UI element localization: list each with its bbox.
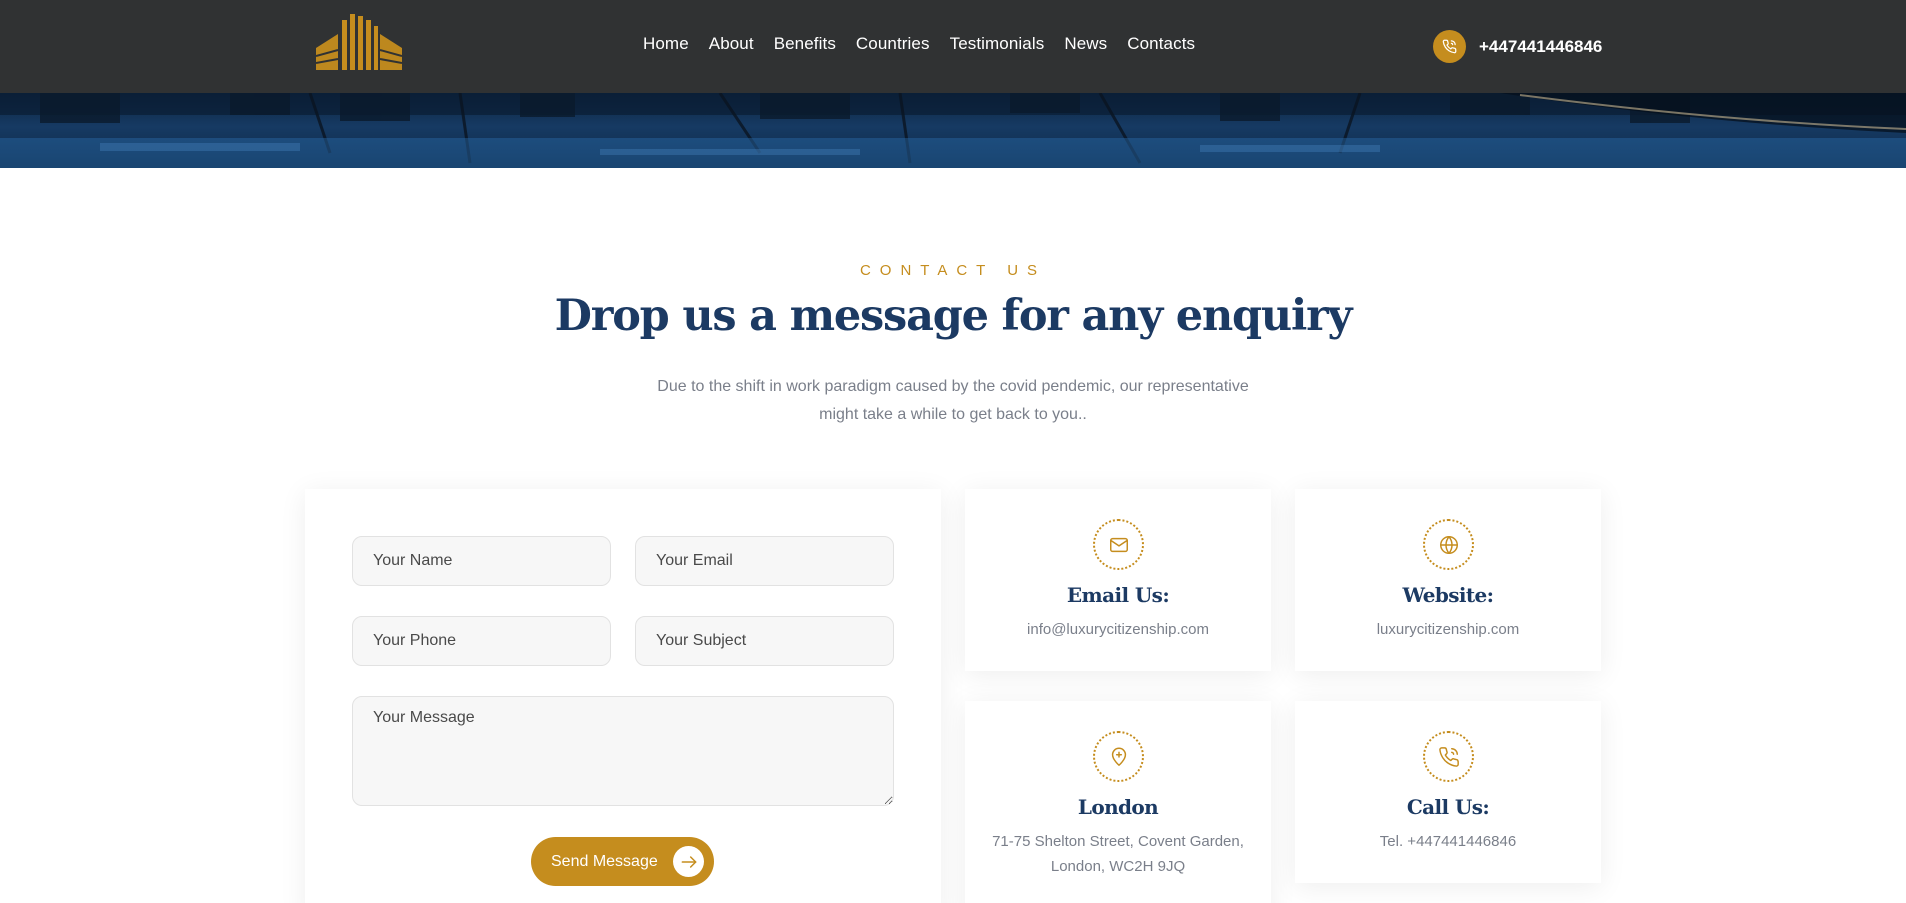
mail-icon <box>1093 519 1144 570</box>
phone-icon <box>1423 731 1474 782</box>
section-eyebrow: CONTACT US <box>859 262 1047 279</box>
message-field[interactable] <box>352 696 894 806</box>
london-card-text: 71-75 Shelton Street, Covent Garden, Lon… <box>992 833 1244 875</box>
website-card-text[interactable]: luxurycitizenship.com <box>1315 617 1581 642</box>
email-card-text[interactable]: info@luxurycitizenship.com <box>985 617 1251 642</box>
call-card: Call Us: Tel. +447441446846 <box>1295 701 1601 883</box>
email-card-title: Email Us: <box>1066 583 1170 607</box>
main-nav: Home About Benefits Countries Testimonia… <box>643 34 1215 54</box>
globe-icon <box>1423 519 1474 570</box>
arrow-right-icon <box>673 846 704 877</box>
logo[interactable] <box>315 14 403 70</box>
nav-countries[interactable]: Countries <box>856 34 930 54</box>
header-phone[interactable]: +447441446846 <box>1433 30 1602 63</box>
london-card: London 71-75 Shelton Street, Covent Gard… <box>965 701 1271 903</box>
building-logo-icon <box>315 14 403 70</box>
nav-contacts[interactable]: Contacts <box>1127 34 1195 54</box>
subject-field[interactable] <box>635 616 894 666</box>
name-field[interactable] <box>352 536 611 586</box>
hero-banner-image <box>0 93 1906 168</box>
nav-news[interactable]: News <box>1064 34 1107 54</box>
nav-testimonials[interactable]: Testimonials <box>950 34 1045 54</box>
website-card-title: Website: <box>1402 583 1495 607</box>
send-message-label: Send Message <box>551 852 658 870</box>
nav-about[interactable]: About <box>709 34 754 54</box>
phone-field[interactable] <box>352 616 611 666</box>
section-subtitle: Due to the shift in work paradigm caused… <box>657 378 1249 423</box>
header-phone-number: +447441446846 <box>1479 36 1603 56</box>
section-title: Drop us a message for any enquiry <box>554 291 1353 341</box>
send-message-button[interactable]: Send Message <box>531 837 714 886</box>
email-field[interactable] <box>635 536 894 586</box>
london-card-title: London <box>1077 795 1159 819</box>
site-header: Home About Benefits Countries Testimonia… <box>0 0 1906 93</box>
call-card-text[interactable]: Tel. +447441446846 <box>1315 829 1581 854</box>
email-card: Email Us: info@luxurycitizenship.com <box>965 489 1271 671</box>
phone-icon <box>1433 30 1466 63</box>
call-card-title: Call Us: <box>1406 795 1490 819</box>
location-pin-icon <box>1093 731 1144 782</box>
nav-home[interactable]: Home <box>643 34 689 54</box>
website-card: Website: luxurycitizenship.com <box>1295 489 1601 671</box>
nav-benefits[interactable]: Benefits <box>774 34 836 54</box>
